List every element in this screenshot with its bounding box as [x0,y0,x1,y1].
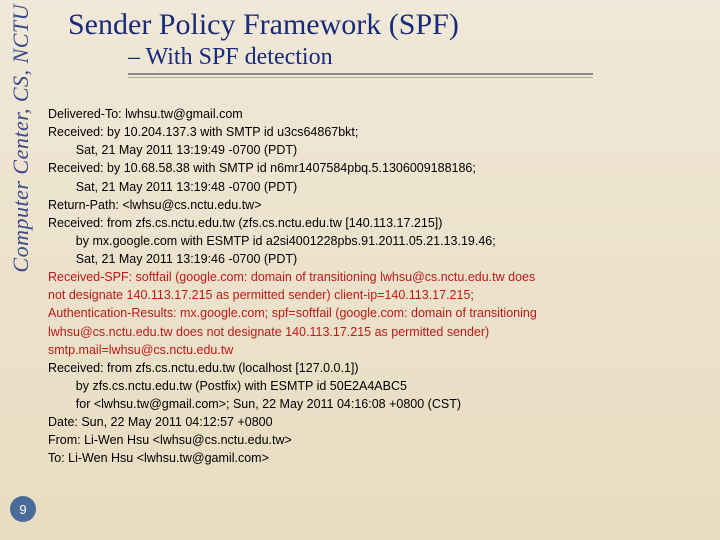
page-number-badge: 9 [10,496,36,522]
email-line: Received: by 10.204.137.3 with SMTP id u… [48,123,710,141]
email-line: Return-Path: <lwhsu@cs.nctu.edu.tw> [48,196,710,214]
email-line: Delivered-To: lwhsu.tw@gmail.com [48,105,710,123]
subtitle-container: – With SPF detection [128,44,710,75]
email-line: Date: Sun, 22 May 2011 04:12:57 +0800 [48,413,710,431]
email-line: Received: from zfs.cs.nctu.edu.tw (zfs.c… [48,214,710,232]
email-line: Received: by 10.68.58.38 with SMTP id n6… [48,159,710,177]
email-line: by zfs.cs.nctu.edu.tw (Postfix) with ESM… [48,377,710,395]
email-line: To: Li-Wen Hsu <lwhsu.tw@gamil.com> [48,449,710,467]
email-line: by mx.google.com with ESMTP id a2si40012… [48,232,710,250]
slide-title: Sender Policy Framework (SPF) [68,8,710,42]
email-line: Sat, 21 May 2011 13:19:46 -0700 (PDT) [48,250,710,268]
received-spf-line: Received-SPF: softfail (google.com: doma… [48,268,710,286]
received-spf-line: not designate 140.113.17.215 as permitte… [48,286,710,304]
slide-subtitle: – With SPF detection [128,44,593,75]
slide-content: Sender Policy Framework (SPF) – With SPF… [48,8,710,468]
email-line: Sat, 21 May 2011 13:19:48 -0700 (PDT) [48,178,710,196]
auth-results-line: Authentication-Results: mx.google.com; s… [48,304,710,322]
email-line: From: Li-Wen Hsu <lwhsu@cs.nctu.edu.tw> [48,431,710,449]
auth-results-line: lwhsu@cs.nctu.edu.tw does not designate … [48,323,710,341]
sidebar-institution-label: Computer Center, CS, NCTU [8,4,34,273]
email-line: for <lwhsu.tw@gmail.com>; Sun, 22 May 20… [48,395,710,413]
email-headers-block: Delivered-To: lwhsu.tw@gmail.com Receive… [48,105,710,468]
email-line: Sat, 21 May 2011 13:19:49 -0700 (PDT) [48,141,710,159]
email-line: Received: from zfs.cs.nctu.edu.tw (local… [48,359,710,377]
auth-results-line: smtp.mail=lwhsu@cs.nctu.edu.tw [48,341,710,359]
